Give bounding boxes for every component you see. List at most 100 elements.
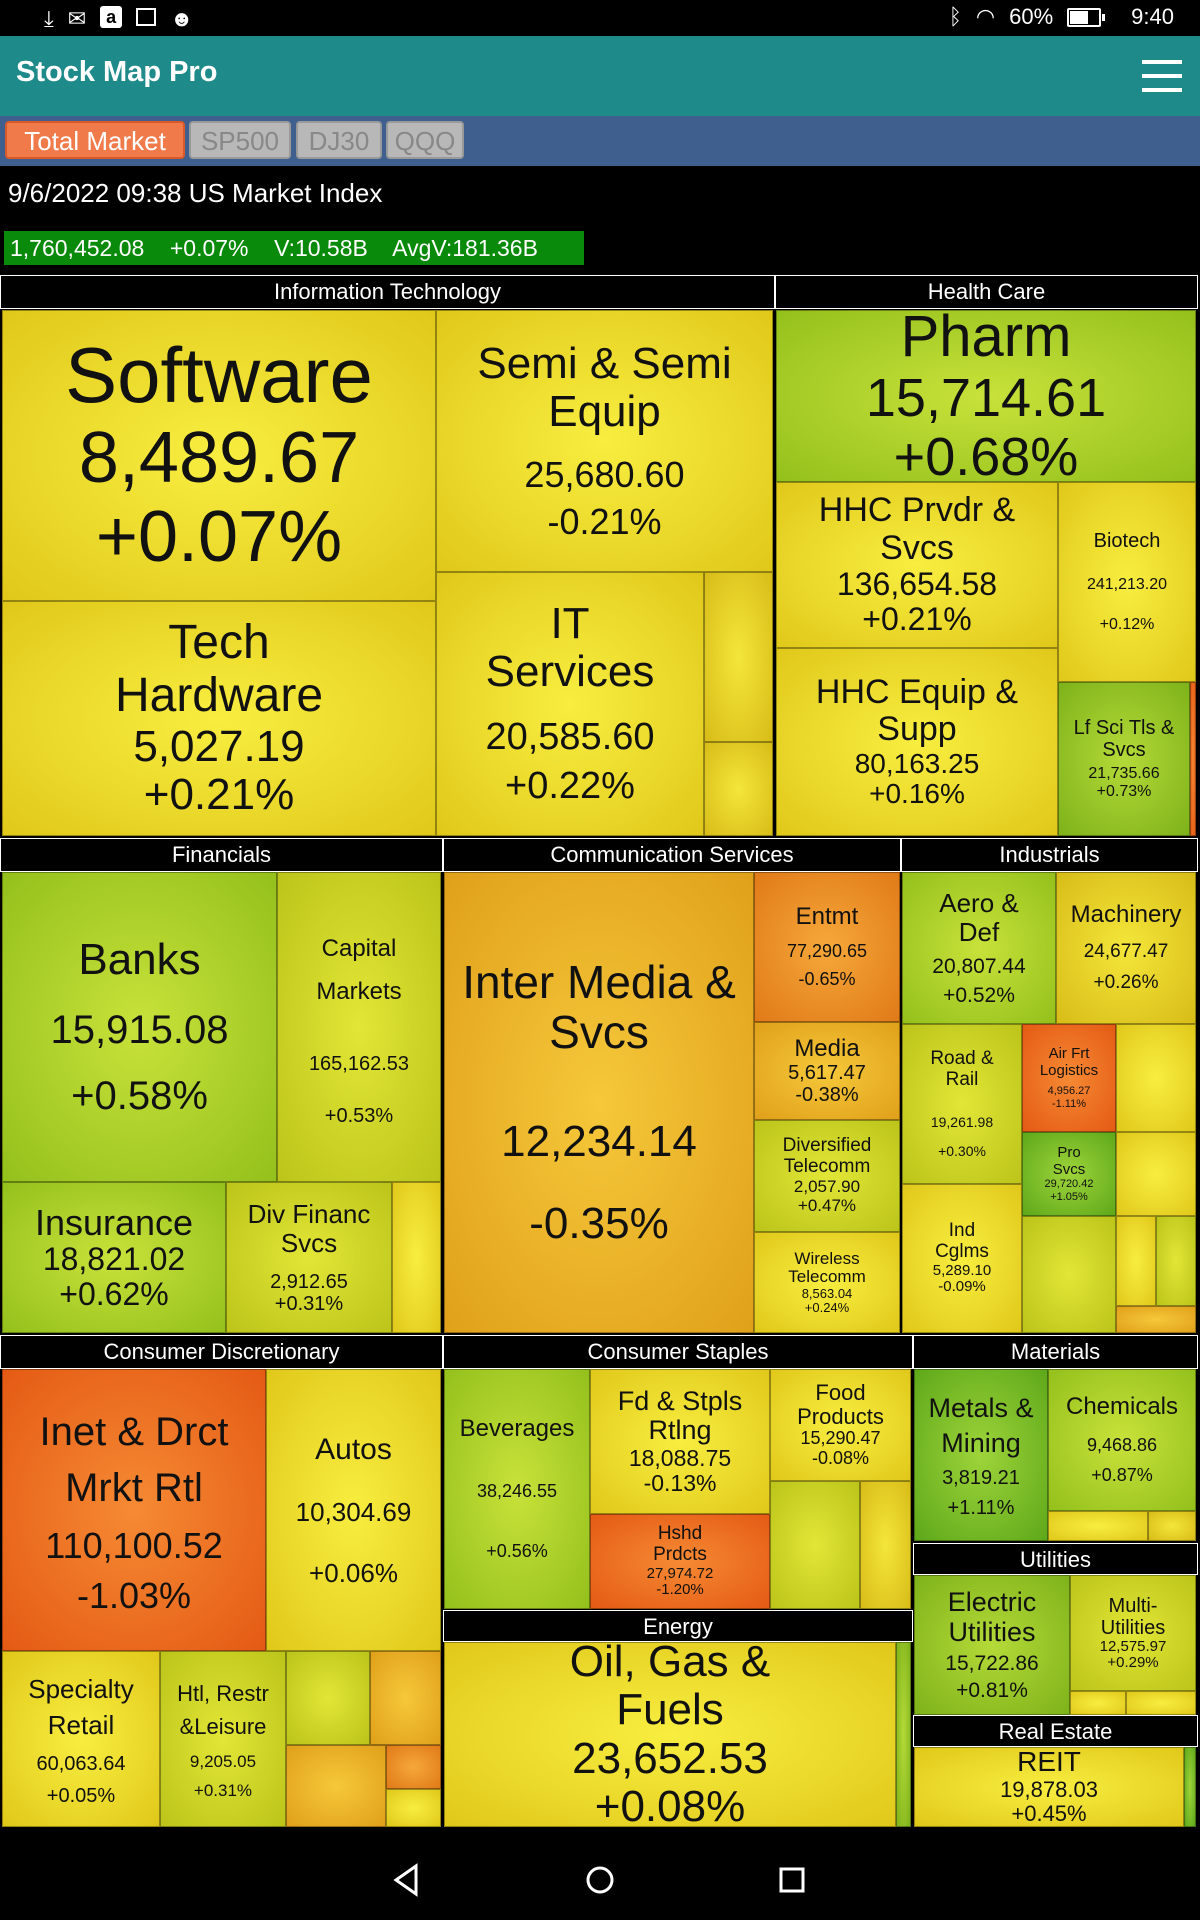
hamburger-menu-icon[interactable] <box>1142 58 1182 94</box>
tile-div-telecom[interactable]: Diversified Telecomm 2,057.90 +0.47% <box>754 1120 900 1232</box>
sector-header-info-tech[interactable]: Information Technology <box>0 275 775 309</box>
tile-change: +0.06% <box>309 1557 398 1588</box>
tile-lf-sci[interactable]: Lf Sci Tls & Svcs 21,735.66 +0.73% <box>1058 682 1190 836</box>
tile-media[interactable]: Media 5,617.47 -0.38% <box>754 1022 900 1120</box>
sector-header-energy[interactable]: Energy <box>443 1610 913 1642</box>
tile-change: +0.52% <box>943 983 1015 1007</box>
tab-total-market[interactable]: Total Market <box>5 121 185 159</box>
tile-name: Beverages <box>459 1415 575 1442</box>
tile-chemicals[interactable]: Chemicals 9,468.86 +0.87% <box>1048 1369 1196 1511</box>
tile-name: HHC Prvdr & Svcs <box>818 491 1016 567</box>
tile-value: 20,807.44 <box>932 954 1026 978</box>
tab-sp500[interactable]: SP500 <box>189 121 291 159</box>
sector-header-health-care[interactable]: Health Care <box>775 275 1198 309</box>
tile-value: 2,057.90 <box>793 1177 861 1197</box>
tile-pharm[interactable]: Pharm 15,714.61 +0.68% <box>776 310 1196 482</box>
tile-metals-mining[interactable]: Metals & Mining 3,819.21 +1.11% <box>914 1369 1048 1541</box>
tile-road-rail[interactable]: Road & Rail 19,261.98 +0.30% <box>902 1024 1022 1184</box>
home-icon[interactable] <box>578 1858 622 1902</box>
tile-hhc-equip[interactable]: HHC Equip & Supp 80,163.25 +0.16% <box>776 648 1058 836</box>
tile-insurance[interactable]: Insurance 18,821.02 +0.62% <box>2 1182 226 1333</box>
tile-ind-small-5[interactable] <box>1156 1216 1196 1306</box>
tile-value: 15,915.08 <box>50 1008 229 1053</box>
tile-hshd-prdcts[interactable]: Hshd Prdcts 27,974.72 -1.20% <box>590 1514 770 1609</box>
bluetooth-icon: ᛒ <box>948 4 962 29</box>
tile-autos[interactable]: Autos 10,304.69 +0.06% <box>266 1369 441 1651</box>
recents-icon[interactable] <box>770 1858 814 1902</box>
tile-air-frt[interactable]: Air Frt Logistics 4,956.27 -1.11% <box>1022 1024 1116 1132</box>
tab-qqq[interactable]: QQQ <box>386 121 464 159</box>
sector-header-comm-services[interactable]: Communication Services <box>443 838 901 872</box>
tile-mat-small-1[interactable] <box>1048 1511 1148 1541</box>
sector-header-consumer-staples[interactable]: Consumer Staples <box>443 1335 913 1369</box>
tile-fd-stpls[interactable]: Fd & Stpls Rtlng 18,088.75 -0.13% <box>590 1369 770 1514</box>
tile-ind-small-4[interactable] <box>1116 1216 1156 1306</box>
tile-value: 20,585.60 <box>485 715 655 758</box>
tile-cd-small-1[interactable] <box>286 1651 370 1745</box>
tile-specialty-retail[interactable]: Specialty Retail 60,063.64 +0.05% <box>2 1651 160 1827</box>
tile-hhc-provider[interactable]: HHC Prvdr & Svcs 136,654.58 +0.21% <box>776 482 1058 648</box>
tile-wireless[interactable]: Wireless Telecomm 8,563.04 +0.24% <box>754 1232 900 1333</box>
tile-banks[interactable]: Banks 15,915.08 +0.58% <box>2 872 277 1182</box>
sector-header-industrials[interactable]: Industrials <box>901 838 1198 872</box>
tile-ind-small-2[interactable] <box>1116 1132 1196 1216</box>
tile-div-financ[interactable]: Div Financ Svcs 2,912.65 +0.31% <box>226 1182 392 1333</box>
sector-header-consumer-disc[interactable]: Consumer Discretionary <box>0 1335 443 1369</box>
tile-software[interactable]: Software 8,489.67 +0.07% <box>2 310 436 601</box>
tile-aero-def[interactable]: Aero & Def 20,807.44 +0.52% <box>902 872 1056 1024</box>
tile-cd-small-4[interactable] <box>386 1745 441 1789</box>
tile-tech-hardware[interactable]: Tech Hardware 5,027.19 +0.21% <box>2 601 436 836</box>
tile-beverages[interactable]: Beverages 38,246.55 +0.56% <box>444 1369 590 1609</box>
tile-value: 110,100.52 <box>45 1525 223 1567</box>
tile-biotech[interactable]: Biotech 241,213.20 +0.12% <box>1058 482 1196 682</box>
tile-ind-small-3[interactable] <box>1022 1216 1116 1333</box>
tile-name: Inter Media & Svcs <box>462 955 736 1059</box>
tile-util-small-1[interactable] <box>1070 1691 1126 1715</box>
tile-hc-small[interactable] <box>1190 682 1196 836</box>
tile-htl-leisure[interactable]: Htl, Restr &Leisure 9,205.05 +0.31% <box>160 1651 286 1827</box>
sector-header-real-estate[interactable]: Real Estate <box>913 1715 1198 1747</box>
tile-cd-small-2[interactable] <box>370 1651 441 1745</box>
tile-cs-small-1[interactable] <box>770 1481 860 1609</box>
tile-pro-svcs[interactable]: Pro Svcs 29,720.42 +1.05% <box>1022 1132 1116 1216</box>
back-icon[interactable] <box>386 1858 430 1902</box>
tile-cd-small-5[interactable] <box>386 1789 441 1827</box>
tile-ind-cglms[interactable]: Ind Cglms 5,289.10 -0.09% <box>902 1184 1022 1333</box>
tile-value: 19,261.98 <box>930 1113 994 1130</box>
sector-header-utilities[interactable]: Utilities <box>913 1543 1198 1575</box>
tile-it-small-2[interactable] <box>704 742 773 836</box>
tile-capital-markets[interactable]: Capital Markets 165,162.53 +0.53% <box>277 872 441 1182</box>
tile-food-products[interactable]: Food Products 15,290.47 -0.08% <box>770 1369 911 1481</box>
tile-electric-utilities[interactable]: Electric Utilities 15,722.86 +0.81% <box>914 1575 1070 1715</box>
tile-cd-small-3[interactable] <box>286 1745 386 1827</box>
tile-change: +0.08% <box>594 1781 746 1827</box>
sector-header-materials[interactable]: Materials <box>913 1335 1198 1369</box>
tile-inter-media[interactable]: Inter Media & Svcs 12,234.14 -0.35% <box>444 872 754 1333</box>
tile-reit[interactable]: REIT 19,878.03 +0.45% <box>914 1747 1184 1827</box>
tab-dj30[interactable]: DJ30 <box>296 121 382 159</box>
tile-mat-small-2[interactable] <box>1148 1511 1196 1541</box>
tile-ind-small-1[interactable] <box>1116 1024 1196 1132</box>
tile-name: Aero & Def <box>939 888 1019 947</box>
tile-inet-retail[interactable]: Inet & Drct Mrkt Rtl 110,100.52 -1.03% <box>2 1369 266 1651</box>
tile-multi-utilities[interactable]: Multi-Utilities 12,575.97 +0.29% <box>1070 1575 1196 1691</box>
tile-it-services[interactable]: IT Services 20,585.60 +0.22% <box>436 572 704 836</box>
tile-semi[interactable]: Semi & Semi Equip 25,680.60 -0.21% <box>436 310 773 572</box>
tile-change: +0.62% <box>59 1276 169 1313</box>
tile-machinery[interactable]: Machinery 24,677.47 +0.26% <box>1056 872 1196 1024</box>
tile-it-small-1[interactable] <box>704 572 773 742</box>
index-value: 1,760,452.08 <box>10 235 145 261</box>
tile-name: Htl, Restr &Leisure <box>177 1681 269 1740</box>
tile-fin-small[interactable] <box>392 1182 441 1333</box>
tile-util-small-2[interactable] <box>1126 1691 1196 1715</box>
tile-entmt[interactable]: Entmt 77,290.65 -0.65% <box>754 872 900 1022</box>
tile-energy-small[interactable] <box>896 1642 911 1827</box>
tile-cs-small-2[interactable] <box>860 1481 911 1609</box>
battery-percent: 60% <box>1009 4 1054 29</box>
tile-ind-small-6[interactable] <box>1116 1306 1196 1333</box>
tile-re-small[interactable] <box>1184 1747 1196 1827</box>
sector-header-financials[interactable]: Financials <box>0 838 443 872</box>
tile-oil-gas[interactable]: Oil, Gas & Fuels 23,652.53 +0.08% <box>444 1642 896 1827</box>
index-change: +0.07% <box>169 235 249 261</box>
tile-name: Electric Utilities <box>947 1587 1037 1647</box>
